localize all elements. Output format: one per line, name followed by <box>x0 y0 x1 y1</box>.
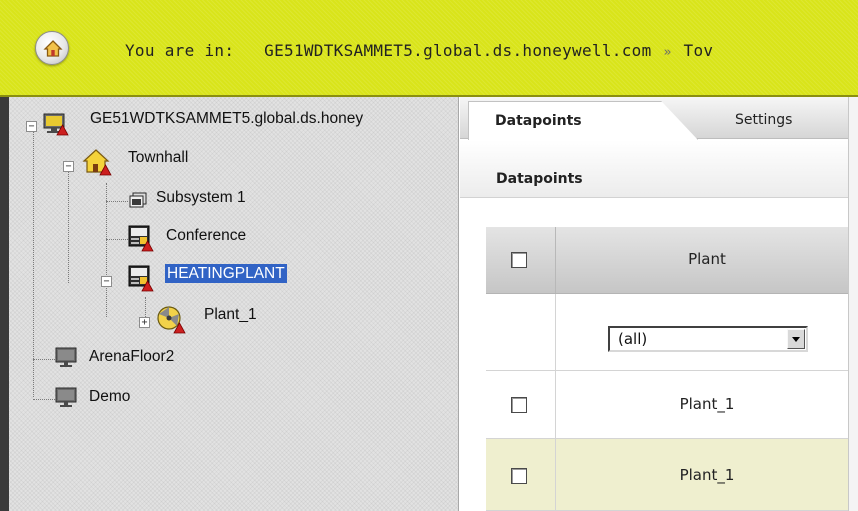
home-icon <box>43 40 63 57</box>
tree-item-heatingplant[interactable]: HEATINGPLANT <box>165 264 287 283</box>
column-header-plant[interactable]: Plant <box>556 227 858 293</box>
tree-collapse-toggle[interactable]: − <box>26 121 37 132</box>
plant-filter-value: (all) <box>618 330 648 348</box>
tree-connector <box>106 239 128 240</box>
grid-header-row: Plant <box>486 227 858 294</box>
tab-datapoints[interactable]: Datapoints <box>468 101 698 140</box>
header-checkbox-cell <box>486 227 556 293</box>
tree-connector <box>106 183 107 317</box>
tab-strip: Datapoints Settings <box>460 97 858 140</box>
monitor-icon <box>55 347 77 367</box>
row-checkbox[interactable] <box>511 397 527 413</box>
tree-connector <box>106 201 128 202</box>
column-header-plant-label: Plant <box>688 250 726 268</box>
select-all-checkbox[interactable] <box>511 252 527 268</box>
tree-item-plant-1[interactable]: Plant_1 <box>204 305 257 324</box>
section-title: Datapoints <box>496 171 583 187</box>
content-panel: Datapoints Settings Datapoints Plant (al… <box>460 97 858 511</box>
breadcrumb-host-link[interactable]: GE51WDTKSAMMET5.global.ds.honeywell.com <box>264 41 651 60</box>
tree-expand-toggle[interactable]: + <box>139 317 150 328</box>
navigation-tree: − GE51WDTKSAMMET5.global.ds.honey − Town… <box>0 97 459 511</box>
server-alarm-icon <box>43 113 69 136</box>
grid-filter-row: (all) <box>486 294 858 371</box>
panel-alarm-icon <box>128 265 154 292</box>
filter-cell: (all) <box>556 294 858 370</box>
tree-collapse-toggle[interactable]: − <box>63 161 74 172</box>
tree-collapse-toggle[interactable]: − <box>101 276 112 287</box>
table-row[interactable]: Plant_1 <box>486 371 858 439</box>
subsystem-icon <box>129 192 147 208</box>
row-checkbox-cell <box>486 371 556 438</box>
tree-connector <box>33 399 55 400</box>
tree-item-townhall[interactable]: Townhall <box>128 148 188 167</box>
breadcrumb-separator: » <box>663 45 672 60</box>
building-alarm-icon <box>82 149 112 176</box>
plant-value: Plant_1 <box>679 466 735 484</box>
filter-spacer-cell <box>486 294 556 370</box>
tree-item-conference[interactable]: Conference <box>166 226 246 245</box>
plant-value: Plant_1 <box>679 395 735 413</box>
tree-item-demo[interactable]: Demo <box>89 387 130 406</box>
dropdown-arrow-icon[interactable] <box>787 329 805 349</box>
breadcrumb: You are in: GE51WDTKSAMMET5.global.ds.ho… <box>125 41 713 60</box>
row-checkbox-cell <box>486 439 556 510</box>
row-checkbox[interactable] <box>511 468 527 484</box>
section-header <box>460 140 858 198</box>
breadcrumb-next-link[interactable]: Tov <box>684 41 714 60</box>
panel-alarm-icon <box>128 225 154 252</box>
tree-connector <box>33 359 55 360</box>
monitor-icon <box>55 387 77 407</box>
top-bar: You are in: GE51WDTKSAMMET5.global.ds.ho… <box>0 0 858 97</box>
plant-cell: Plant_1 <box>556 439 858 510</box>
breadcrumb-prefix: You are in: <box>125 41 235 60</box>
tree-connector <box>68 169 69 283</box>
tab-settings[interactable]: Settings <box>735 112 792 128</box>
plant-cell: Plant_1 <box>556 371 858 438</box>
tree-connector <box>145 297 146 319</box>
tree-connector <box>33 129 34 397</box>
plant-alarm-icon <box>157 306 186 334</box>
home-button[interactable] <box>35 31 69 65</box>
tree-item-server[interactable]: GE51WDTKSAMMET5.global.ds.honey <box>90 109 363 128</box>
table-row[interactable]: Plant_1 <box>486 439 858 511</box>
tree-item-arenafloor2[interactable]: ArenaFloor2 <box>89 347 174 366</box>
tree-item-subsystem-1[interactable]: Subsystem 1 <box>156 188 246 207</box>
scrollbar-edge[interactable] <box>848 97 858 511</box>
tab-datapoints-label: Datapoints <box>495 113 582 129</box>
plant-filter-select[interactable]: (all) <box>608 326 808 352</box>
